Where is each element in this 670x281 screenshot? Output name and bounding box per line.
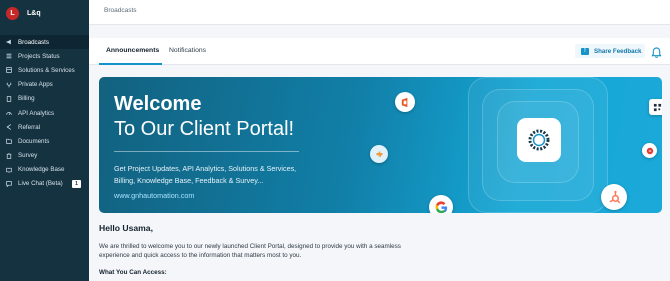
receipt-icon [6,96,12,102]
sidebar-item-label: Survey [18,152,38,160]
sidebar-item-label: Live Chat (Beta) [18,180,63,188]
fork-icon [6,82,12,88]
sidebar-item-label: Solutions & Services [18,66,75,74]
red-app-icon [642,143,657,158]
banner-title-line2: To Our Client Portal! [114,118,295,140]
book-icon [6,167,12,173]
sidebar: L L&q Broadcasts Projects Status Solutio… [0,0,89,281]
sidebar-item-live-chat[interactable]: Live Chat (Beta) 1 [0,177,89,191]
sidebar-item-survey[interactable]: Survey [0,149,89,163]
active-tab-indicator [99,63,162,65]
sidebar-item-label: Knowledge Base [18,166,65,174]
gear-hub-icon [517,118,561,162]
sidebar-item-label: Documents [18,137,50,145]
sidebar-item-api-analytics[interactable]: API Analytics [0,106,89,120]
bell-icon[interactable] [651,45,662,58]
sidebar-item-referral[interactable]: Referral [0,120,89,134]
sidebar-nav: Broadcasts Projects Status Solutions & S… [0,35,89,191]
breadcrumb: Broadcasts [104,7,137,14]
share-icon [6,124,12,130]
folder-icon [6,138,12,145]
sidebar-item-label: Private Apps [18,81,53,89]
chat-count-badge: 1 [72,179,81,188]
chat-icon [6,181,12,187]
sidebar-item-label: Projects Status [18,52,60,60]
sidebar-item-label: Broadcasts [18,38,49,46]
banner-description: Get Project Updates, API Analytics, Solu… [114,164,297,185]
feedback-icon: ! [581,47,589,55]
office-app-icon [395,92,415,112]
access-heading: What You Can Access: [99,269,167,276]
banner-title-line1: Welcome [114,93,202,115]
google-icon [429,195,453,213]
tab-notifications[interactable]: Notifications [169,47,206,54]
banner-website-link[interactable]: www.gnhautomation.com [114,191,194,200]
grid-icon [6,67,12,74]
sidebar-item-solutions-services[interactable]: Solutions & Services [0,63,89,77]
topbar: Broadcasts [89,0,670,25]
hubspot-icon [601,184,627,210]
greeting-heading: Hello Usama, [99,223,153,233]
list-icon [6,53,12,59]
qr-app-icon [649,99,662,115]
sidebar-item-label: API Analytics [18,109,55,117]
share-feedback-label: Share Feedback [594,47,642,55]
sidebar-item-knowledge-base[interactable]: Knowledge Base [0,163,89,177]
gauge-icon [6,110,12,116]
sidebar-item-label: Referral [18,123,41,131]
intro-paragraph: We are thrilled to welcome you to our ne… [99,243,401,259]
megaphone-icon [6,39,12,45]
tabs-bar: Announcements Notifications ! Share Feed… [89,38,670,65]
brand-name: L&q [27,9,41,17]
sidebar-item-label: Billing [18,95,35,103]
sidebar-item-billing[interactable]: Billing [0,92,89,106]
sidebar-item-broadcasts[interactable]: Broadcasts [0,35,89,50]
brand[interactable]: L L&q [0,1,89,25]
sidebar-item-documents[interactable]: Documents [0,134,89,148]
clipboard-icon [6,152,12,159]
welcome-banner: Welcome To Our Client Portal! Get Projec… [99,77,662,213]
share-feedback-button[interactable]: ! Share Feedback [575,44,645,58]
puzzle-app-icon [370,145,388,163]
sidebar-item-private-apps[interactable]: Private Apps [0,78,89,92]
tab-announcements[interactable]: Announcements [106,47,159,54]
banner-divider [114,151,299,152]
sidebar-item-projects-status[interactable]: Projects Status [0,49,89,63]
brand-avatar: L [6,6,19,20]
